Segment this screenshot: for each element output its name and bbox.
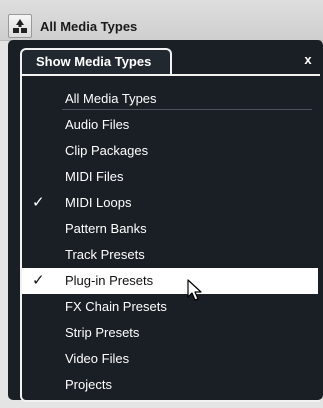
menu-item-midi-loops[interactable]: ✓ MIDI Loops [22, 190, 318, 216]
menu-item-label: Strip Presets [65, 325, 140, 340]
menu-item-label: MIDI Files [65, 169, 124, 184]
mouse-pointer-icon [187, 279, 202, 301]
menu-item-audio-files[interactable]: Audio Files [22, 112, 318, 138]
menu-item-label: Audio Files [65, 117, 130, 132]
media-type-filter-value[interactable]: All Media Types [40, 15, 137, 39]
menu-item-fx-chain-presets[interactable]: FX Chain Presets [22, 294, 318, 320]
browser-toolbar: All Media Types [0, 0, 323, 41]
menu-item-label: Clip Packages [65, 143, 149, 158]
menu-item-pattern-banks[interactable]: Pattern Banks [22, 216, 318, 242]
menu-item-label: Pattern Banks [65, 221, 147, 236]
filter-funnel-icon [13, 19, 27, 33]
menu-item-all-media-types[interactable]: All Media Types [22, 86, 318, 112]
menu-item-track-presets[interactable]: Track Presets [22, 242, 318, 268]
checkmark-icon: ✓ [32, 194, 45, 211]
menu-item-clip-packages[interactable]: Clip Packages [22, 138, 318, 164]
menu-item-label: Projects [65, 377, 112, 392]
filter-button[interactable] [8, 14, 32, 38]
menu-item-label: MIDI Loops [65, 195, 132, 210]
menu-item-label: All Media Types [65, 91, 157, 106]
menu-item-label: Plug-in Presets [65, 273, 154, 288]
popup-title: Show Media Types [36, 54, 152, 69]
menu-item-video-files[interactable]: Video Files [22, 346, 318, 372]
menu-item-label: FX Chain Presets [65, 299, 167, 314]
menu-item-label: Video Files [65, 351, 130, 366]
menu-item-strip-presets[interactable]: Strip Presets [22, 320, 318, 346]
menu-item-projects[interactable]: Projects [22, 372, 318, 398]
menu-item-plug-in-presets[interactable]: ✓ Plug-in Presets [22, 268, 318, 294]
close-button[interactable]: x [300, 50, 316, 70]
menu-item-label: Track Presets [65, 247, 145, 262]
checkmark-icon: ✓ [32, 272, 45, 289]
menu-item-midi-files[interactable]: MIDI Files [22, 164, 318, 190]
